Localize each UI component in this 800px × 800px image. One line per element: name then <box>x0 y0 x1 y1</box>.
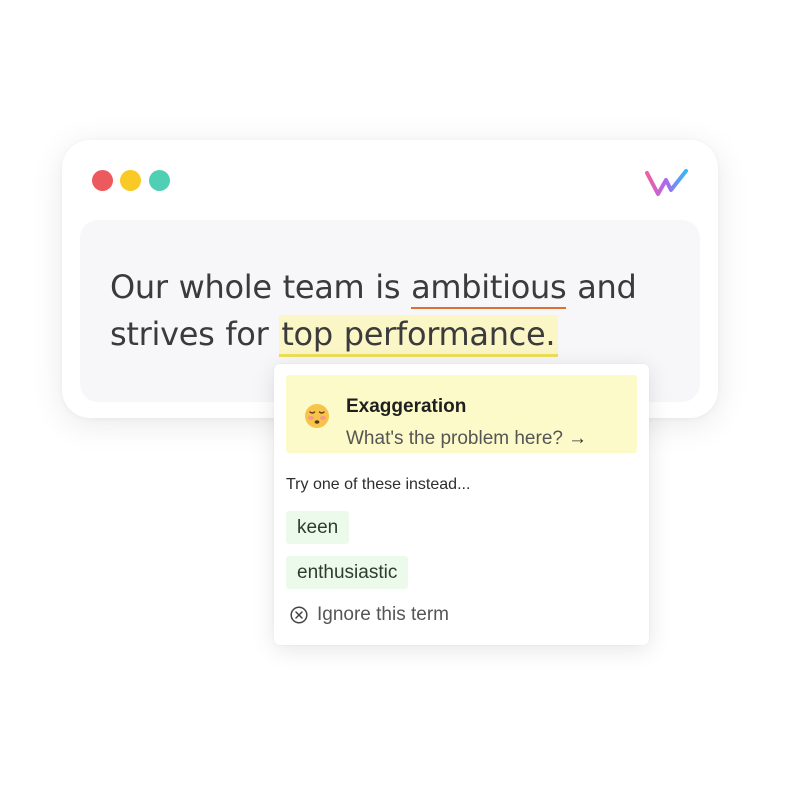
issue-link-label: What's the problem here? <box>346 428 563 449</box>
suggestion-keen[interactable]: keen <box>286 511 350 544</box>
app-logo-icon <box>645 169 688 196</box>
stage: Our whole team is ambitious and strives … <box>0 0 800 800</box>
suggestion-popup: Exaggeration What's the problem here? → T… <box>274 364 649 645</box>
ignore-term-button[interactable]: Ignore this term <box>290 604 449 626</box>
issue-title: Exaggeration <box>346 396 467 417</box>
issue-explanation-link[interactable]: What's the problem here? → <box>346 428 587 450</box>
window-maximize-button[interactable] <box>149 170 170 191</box>
text-segment: Our whole team is <box>110 268 412 306</box>
flushed-face-icon <box>305 404 329 428</box>
window-close-button[interactable] <box>92 170 113 191</box>
suggestions-hint: Try one of these instead... <box>286 476 471 493</box>
flagged-phrase-top-performance[interactable]: top performance. <box>279 315 559 357</box>
window-minimize-button[interactable] <box>120 170 141 191</box>
issue-card: Exaggeration What's the problem here? → <box>286 375 637 453</box>
editor-text[interactable]: Our whole team is ambitious and strives … <box>110 264 690 358</box>
ignore-term-label: Ignore this term <box>317 604 449 625</box>
circle-x-icon <box>290 606 308 624</box>
flagged-word-ambitious[interactable]: ambitious <box>411 268 567 309</box>
arrow-right-icon: → <box>567 428 587 449</box>
suggestion-enthusiastic[interactable]: enthusiastic <box>286 556 409 589</box>
